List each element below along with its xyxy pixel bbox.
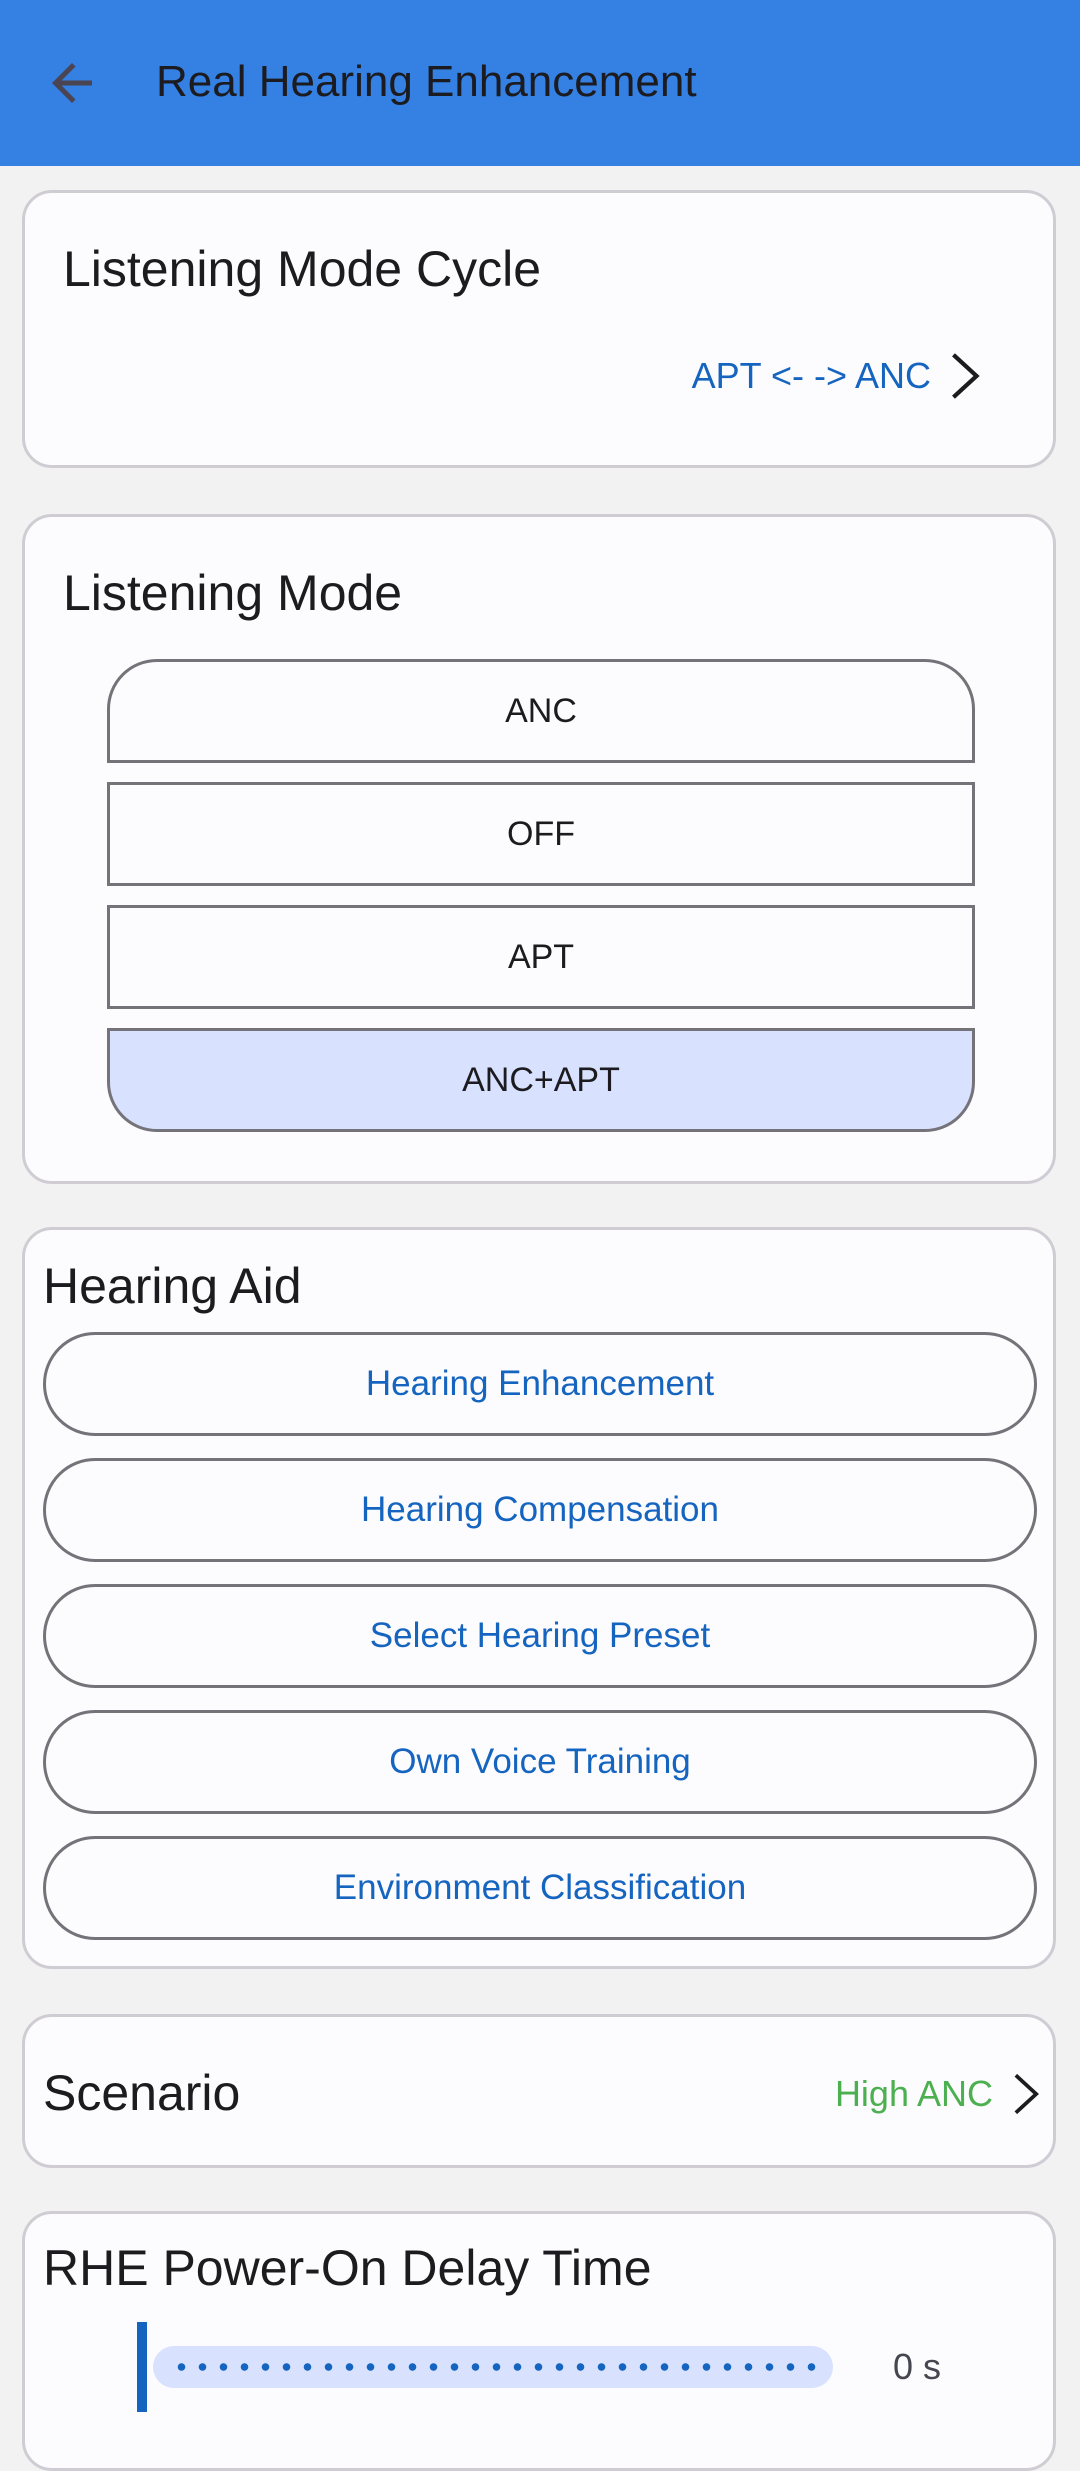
scenario-title: Scenario bbox=[43, 2065, 241, 2121]
delay-value: 0 s bbox=[893, 2346, 942, 2387]
power-on-delay-card: RHE Power-On Delay Time 0 s bbox=[22, 2211, 1056, 2471]
listening-mode-cycle-value: APT <- -> ANC bbox=[691, 355, 931, 396]
slider-thumb[interactable] bbox=[137, 2322, 147, 2412]
power-on-delay-title: RHE Power-On Delay Time bbox=[43, 2240, 652, 2296]
hearing-aid-title: Hearing Aid bbox=[43, 1258, 302, 1314]
page-title: Real Hearing Enhancement bbox=[156, 57, 697, 106]
mode-option-off[interactable]: OFF bbox=[107, 782, 975, 886]
scenario-card[interactable]: Scenario High ANC bbox=[22, 2014, 1056, 2168]
listening-mode-title: Listening Mode bbox=[63, 565, 403, 621]
listening-mode-cycle-card: Listening Mode Cycle APT <- -> ANC bbox=[22, 190, 1056, 468]
listening-mode-cycle-title: Listening Mode Cycle bbox=[63, 241, 542, 297]
own-voice-training-button[interactable]: Own Voice Training bbox=[43, 1710, 1037, 1814]
hearing-compensation-button[interactable]: Hearing Compensation bbox=[43, 1458, 1037, 1562]
arrow-left-icon[interactable] bbox=[42, 53, 102, 113]
mode-option-apt[interactable]: APT bbox=[107, 905, 975, 1009]
mode-option-anc[interactable]: ANC bbox=[107, 659, 975, 763]
hearing-enhancement-button[interactable]: Hearing Enhancement bbox=[43, 1332, 1037, 1436]
listening-mode-cycle-row[interactable]: APT <- -> ANC bbox=[25, 343, 1053, 413]
slider-step-dots bbox=[171, 2363, 821, 2371]
chevron-right-icon bbox=[1014, 2073, 1039, 2115]
mode-option-anc-apt[interactable]: ANC+APT bbox=[107, 1028, 975, 1132]
hearing-aid-card: Hearing Aid Hearing Enhancement Hearing … bbox=[22, 1227, 1056, 1969]
chevron-right-icon bbox=[952, 353, 980, 399]
scenario-value: High ANC bbox=[834, 2073, 993, 2114]
app-bar: Real Hearing Enhancement bbox=[0, 0, 1080, 166]
listening-mode-card: Listening Mode ANC OFF APT ANC+APT bbox=[22, 514, 1056, 1184]
delay-slider-track[interactable] bbox=[153, 2346, 833, 2388]
environment-classification-button[interactable]: Environment Classification bbox=[43, 1836, 1037, 1940]
select-hearing-preset-button[interactable]: Select Hearing Preset bbox=[43, 1584, 1037, 1688]
